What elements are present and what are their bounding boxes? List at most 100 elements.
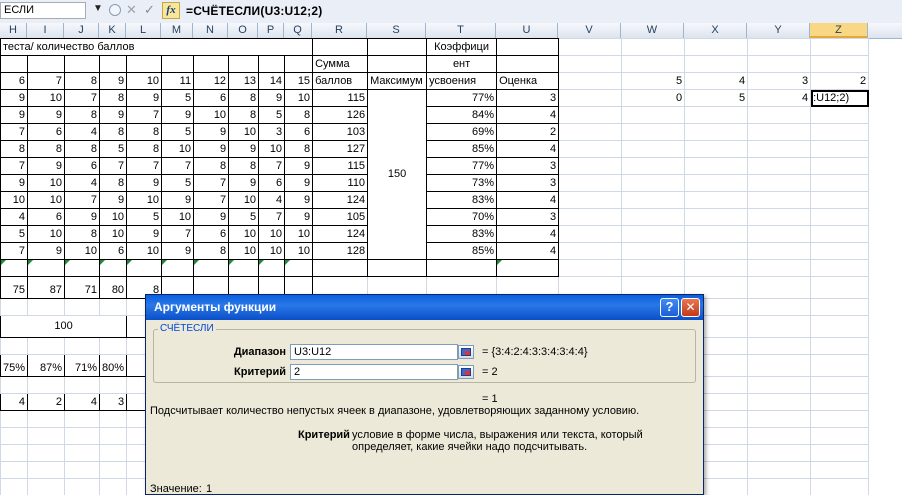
cell[interactable] bbox=[621, 140, 686, 158]
active-cell[interactable]: :U12;2) bbox=[810, 89, 870, 107]
side-value[interactable]: 4 bbox=[747, 89, 812, 107]
sum-cell[interactable]: 115 bbox=[312, 89, 369, 107]
count-cell[interactable]: 2 bbox=[27, 393, 66, 411]
score-cell[interactable]: 9 bbox=[284, 174, 314, 192]
score-cell[interactable]: 7 bbox=[64, 89, 101, 107]
cell[interactable] bbox=[284, 55, 314, 73]
column-header-z[interactable]: Z bbox=[810, 23, 868, 38]
score-cell[interactable]: 9 bbox=[99, 106, 128, 124]
cell[interactable] bbox=[64, 298, 101, 316]
criterion-collapse-dialog-button[interactable] bbox=[458, 365, 474, 379]
score-cell[interactable]: 7 bbox=[258, 208, 286, 226]
cell[interactable] bbox=[747, 106, 812, 124]
grade-cell[interactable]: 3 bbox=[496, 157, 560, 175]
question-number[interactable]: 8 bbox=[64, 72, 101, 90]
cell[interactable] bbox=[27, 427, 66, 445]
cell[interactable] bbox=[747, 259, 812, 277]
cell[interactable] bbox=[747, 55, 812, 73]
cell[interactable] bbox=[810, 461, 870, 479]
sum-cell[interactable]: 110 bbox=[312, 174, 369, 192]
cell[interactable] bbox=[99, 376, 128, 394]
cell[interactable] bbox=[27, 55, 66, 73]
score-cell[interactable]: 8 bbox=[193, 157, 230, 175]
score-cell[interactable]: 5 bbox=[126, 208, 163, 226]
question-number[interactable]: 12 bbox=[193, 72, 230, 90]
score-cell[interactable]: 6 bbox=[64, 157, 101, 175]
cell[interactable] bbox=[99, 461, 128, 479]
grade-header[interactable]: Оценка bbox=[496, 72, 560, 90]
score-cell[interactable]: 9 bbox=[27, 242, 66, 260]
cell[interactable] bbox=[27, 376, 66, 394]
test-header[interactable]: теста/ количество баллов bbox=[0, 38, 314, 56]
name-box-dropdown-icon[interactable]: ▼ bbox=[93, 3, 103, 14]
score-cell[interactable]: 9 bbox=[126, 89, 163, 107]
column-header-y[interactable]: Y bbox=[747, 23, 810, 38]
cell[interactable] bbox=[747, 376, 812, 394]
cell[interactable] bbox=[621, 157, 686, 175]
cell[interactable] bbox=[684, 225, 749, 243]
question-number[interactable]: 15 bbox=[284, 72, 314, 90]
cell[interactable] bbox=[126, 55, 163, 73]
cell[interactable] bbox=[64, 376, 101, 394]
score-cell[interactable]: 8 bbox=[228, 89, 260, 107]
column-header-i[interactable]: I bbox=[27, 23, 64, 38]
score-cell[interactable]: 8 bbox=[99, 89, 128, 107]
score-cell[interactable]: 6 bbox=[284, 123, 314, 141]
cell[interactable] bbox=[747, 427, 812, 445]
cell[interactable] bbox=[810, 106, 870, 124]
score-cell[interactable]: 10 bbox=[228, 242, 260, 260]
cell[interactable] bbox=[99, 259, 128, 277]
sum-cell[interactable]: 115 bbox=[312, 157, 369, 175]
cell[interactable] bbox=[558, 208, 623, 226]
percent-cell[interactable]: 80% bbox=[99, 354, 128, 377]
question-number[interactable]: 10 bbox=[126, 72, 163, 90]
score-cell[interactable]: 9 bbox=[99, 191, 128, 209]
score-cell[interactable]: 10 bbox=[99, 208, 128, 226]
cell[interactable] bbox=[312, 38, 369, 56]
total-cell[interactable]: 75 bbox=[0, 276, 29, 299]
cell[interactable] bbox=[367, 38, 428, 56]
column-header-o[interactable]: O bbox=[228, 23, 258, 38]
cell[interactable] bbox=[810, 337, 870, 355]
score-cell[interactable]: 7 bbox=[99, 157, 128, 175]
cell[interactable] bbox=[0, 259, 29, 277]
score-cell[interactable]: 6 bbox=[27, 208, 66, 226]
cell[interactable] bbox=[747, 225, 812, 243]
cell[interactable] bbox=[621, 259, 686, 277]
cell[interactable] bbox=[258, 55, 286, 73]
question-number[interactable]: 11 bbox=[161, 72, 195, 90]
side-value[interactable]: 4 bbox=[684, 72, 749, 90]
score-cell[interactable]: 9 bbox=[126, 174, 163, 192]
cell[interactable] bbox=[0, 376, 29, 394]
sum-cell[interactable]: 126 bbox=[312, 106, 369, 124]
score-cell[interactable]: 9 bbox=[193, 140, 230, 158]
cell[interactable] bbox=[558, 123, 623, 141]
cell[interactable] bbox=[621, 225, 686, 243]
count-cell[interactable]: 4 bbox=[64, 393, 101, 411]
score-cell[interactable]: 5 bbox=[0, 225, 29, 243]
sum-cell[interactable]: 124 bbox=[312, 191, 369, 209]
percent-cell[interactable]: 71% bbox=[64, 354, 101, 377]
cell[interactable] bbox=[621, 174, 686, 192]
coef-cell[interactable]: 69% bbox=[426, 123, 498, 141]
score-cell[interactable]: 9 bbox=[0, 106, 29, 124]
sum-cell[interactable]: 127 bbox=[312, 140, 369, 158]
cell[interactable] bbox=[0, 55, 29, 73]
score-cell[interactable]: 5 bbox=[161, 123, 195, 141]
score-cell[interactable]: 10 bbox=[0, 191, 29, 209]
cell[interactable] bbox=[27, 444, 66, 462]
cell[interactable] bbox=[684, 55, 749, 73]
question-number[interactable]: 13 bbox=[228, 72, 260, 90]
column-header-p[interactable]: P bbox=[258, 23, 284, 38]
cell[interactable] bbox=[621, 208, 686, 226]
cell[interactable] bbox=[747, 208, 812, 226]
score-cell[interactable]: 7 bbox=[161, 157, 195, 175]
cell[interactable] bbox=[496, 38, 560, 56]
score-cell[interactable]: 4 bbox=[64, 123, 101, 141]
range-input[interactable]: U3:U12 bbox=[290, 344, 458, 360]
column-header-j[interactable]: J bbox=[64, 23, 99, 38]
score-cell[interactable]: 10 bbox=[126, 191, 163, 209]
score-cell[interactable]: 9 bbox=[64, 208, 101, 226]
coef-cell[interactable]: 83% bbox=[426, 225, 498, 243]
cell[interactable] bbox=[193, 55, 230, 73]
